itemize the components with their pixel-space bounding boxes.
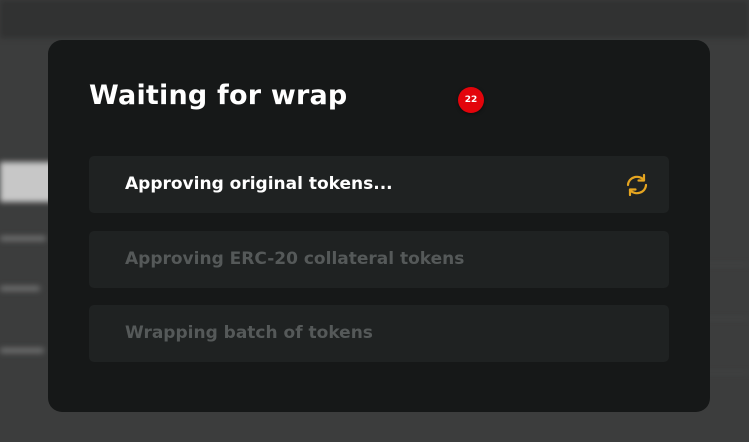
wrap-progress-modal: Waiting for wrap 22 Approving original t… [48, 40, 710, 412]
notification-badge: 22 [458, 87, 484, 113]
refresh-icon [626, 173, 648, 197]
step-approve-original: Approving original tokens... [89, 156, 669, 213]
step-label: Approving original tokens... [125, 174, 393, 194]
step-label: Approving ERC-20 collateral tokens [125, 249, 465, 269]
step-wrap-batch: Wrapping batch of tokens [89, 305, 669, 362]
modal-title: Waiting for wrap [89, 80, 348, 111]
step-label: Wrapping batch of tokens [125, 323, 373, 343]
step-approve-collateral: Approving ERC-20 collateral tokens [89, 231, 669, 288]
